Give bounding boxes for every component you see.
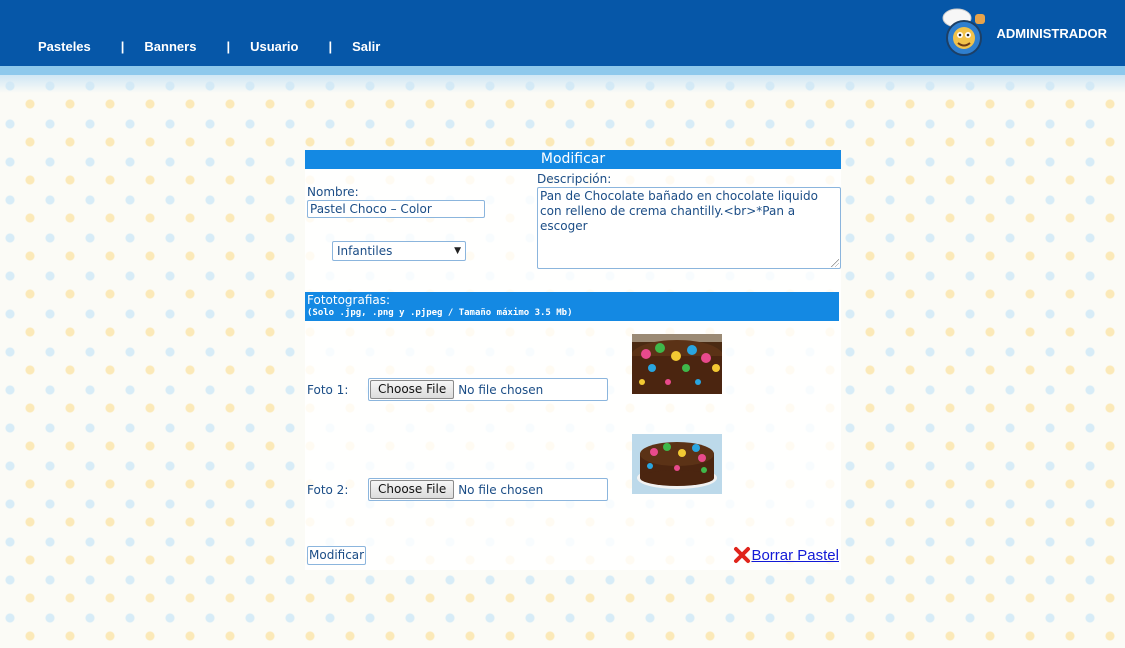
nav-separator: |: [226, 39, 231, 54]
description-text: Pan de Chocolate bañado en chocolate liq…: [540, 189, 818, 233]
photo-2-file-input[interactable]: Choose File No file chosen: [368, 478, 608, 501]
name-label: Nombre:: [307, 185, 359, 199]
admin-label: ADMINISTRADOR: [996, 25, 1108, 41]
photos-title: Fototografias:: [307, 293, 391, 307]
photos-section-header: Fototografias: (Solo .jpg, .png y .pjpeg…: [305, 292, 839, 321]
name-input[interactable]: [307, 200, 485, 218]
delete-cake-label[interactable]: Borrar Pastel: [751, 547, 839, 564]
nav-item-usuario[interactable]: Usuario: [250, 39, 298, 54]
nav-separator: |: [328, 39, 333, 54]
nav-item-banners[interactable]: Banners: [144, 39, 196, 54]
delete-cake-link[interactable]: Borrar Pastel: [733, 546, 839, 564]
edit-cake-form: Modificar Nombre: Infantiles ▼ Descripci…: [305, 150, 841, 570]
topbar-shadow: [0, 75, 1125, 93]
category-selected-value: Infantiles: [337, 244, 393, 258]
photo-2-file-status: No file chosen: [458, 482, 544, 497]
photo-2-thumbnail: [632, 434, 722, 494]
admin-user: ADMINISTRADOR: [939, 6, 1108, 60]
category-select[interactable]: Infantiles ▼: [332, 241, 466, 261]
chef-mascot-icon: [942, 8, 985, 56]
cake-photo-1-image: [632, 334, 722, 394]
cake-photo-2-image: [632, 434, 722, 494]
submit-button[interactable]: Modificar: [307, 546, 367, 565]
topbar-stripe: [0, 66, 1125, 75]
photo-1-file-input[interactable]: Choose File No file chosen: [368, 378, 608, 401]
description-label: Descripción:: [537, 172, 612, 186]
nav-item-salir[interactable]: Salir: [352, 39, 380, 54]
main-nav: Pasteles | Banners | Usuario | Salir: [38, 39, 380, 54]
photos-note: (Solo .jpg, .png y .pjpeg / Tamaño máxim…: [307, 308, 573, 318]
resize-handle-icon[interactable]: [831, 259, 839, 267]
delete-x-icon: [734, 547, 751, 563]
nav-item-pasteles[interactable]: Pasteles: [38, 39, 91, 54]
description-textarea[interactable]: Pan de Chocolate bañado en chocolate liq…: [537, 187, 841, 269]
photo-1-file-status: No file chosen: [458, 382, 544, 397]
form-title: Modificar: [305, 150, 841, 169]
chevron-down-icon: ▼: [454, 246, 461, 256]
photo-1-label: Foto 1:: [307, 383, 349, 397]
photo-2-choose-file-button[interactable]: Choose File: [370, 480, 455, 499]
photo-1-choose-file-button[interactable]: Choose File: [370, 380, 455, 399]
photo-1-thumbnail: [632, 334, 722, 394]
nav-separator: |: [120, 39, 125, 54]
photo-2-label: Foto 2:: [307, 483, 349, 497]
